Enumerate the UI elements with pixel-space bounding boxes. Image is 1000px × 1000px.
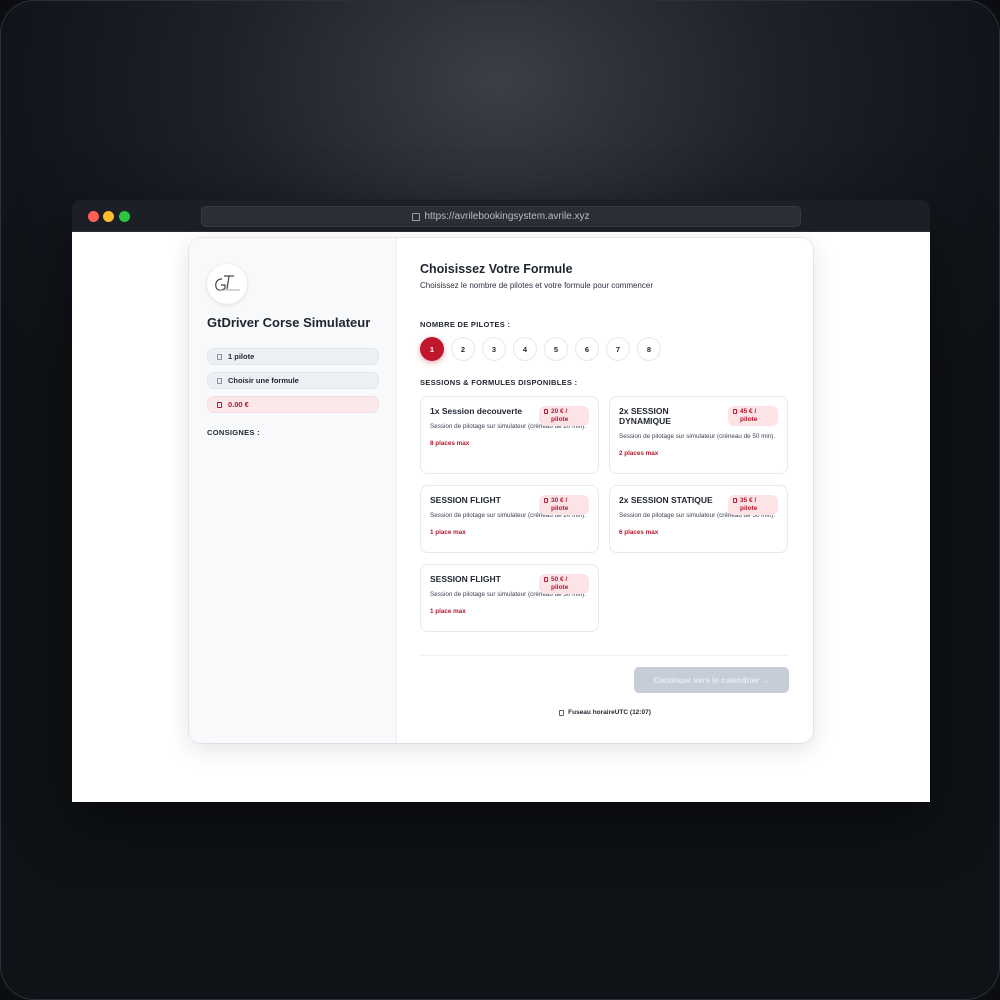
tag-icon bbox=[544, 409, 548, 414]
pilots-count-selector: 1 2 3 4 5 6 7 8 bbox=[420, 337, 661, 361]
pilot-count-3-button[interactable]: 3 bbox=[482, 337, 506, 361]
formula-card[interactable]: 2x SESSION DYNAMIQUE 45 € / pilote Sessi… bbox=[609, 396, 788, 474]
pilot-count-6-button[interactable]: 6 bbox=[575, 337, 599, 361]
formula-price: 50 € / pilote bbox=[551, 576, 569, 591]
formula-price: 45 € / pilote bbox=[740, 408, 758, 423]
pilot-count-8-button[interactable]: 8 bbox=[637, 337, 661, 361]
pilots-summary-text: 1 pilote bbox=[228, 352, 255, 361]
formula-price-badge: 50 € / pilote bbox=[539, 574, 589, 594]
formula-summary-pill: Choisir une formule bbox=[207, 372, 379, 389]
company-name: GtDriver Corse Simulateur bbox=[207, 315, 371, 330]
user-icon bbox=[217, 353, 222, 360]
page-title: Choisissez Votre Formule bbox=[420, 262, 573, 276]
pilots-summary-pill: 1 pilote bbox=[207, 348, 379, 365]
url-text: https://avrilebookingsystem.avrile.xyz bbox=[424, 211, 590, 222]
address-bar[interactable]: https://avrilebookingsystem.avrile.xyz bbox=[201, 206, 801, 227]
page-subtitle: Choisissez le nombre de pilotes et votre… bbox=[420, 281, 653, 290]
formula-capacity: 1 place max bbox=[430, 528, 466, 536]
maximize-window-button[interactable] bbox=[119, 211, 130, 222]
formula-price: 20 € / pilote bbox=[551, 408, 569, 423]
formula-name: SESSION FLIGHT bbox=[430, 574, 501, 584]
timezone-text: Fuseau horaireUTC (12:07) bbox=[568, 709, 651, 716]
sessions-label: SESSIONS & FORMULES DISPONIBLES : bbox=[420, 378, 578, 387]
formula-price-badge: 35 € / pilote bbox=[728, 495, 778, 515]
formula-selection-panel: Choisissez Votre Formule Choisissez le n… bbox=[397, 238, 813, 743]
pilots-count-label: NOMBRE DE PILOTES : bbox=[420, 320, 511, 329]
formula-card[interactable]: 1x Session decouverte 20 € / pilote Sess… bbox=[420, 396, 599, 474]
formula-capacity: 2 places max bbox=[619, 449, 659, 457]
flag-icon bbox=[217, 377, 222, 384]
clock-icon bbox=[559, 709, 565, 716]
browser-titlebar: https://avrilebookingsystem.avrile.xyz bbox=[72, 200, 930, 232]
pilot-count-1-button[interactable]: 1 bbox=[420, 337, 444, 361]
formula-name: 2x SESSION STATIQUE bbox=[619, 495, 713, 505]
page-viewport: GtDriver Corse Simulateur 1 pilote Chois… bbox=[72, 232, 930, 802]
formula-capacity: 8 places max bbox=[430, 439, 470, 447]
tag-icon bbox=[733, 409, 737, 414]
minimize-window-button[interactable] bbox=[103, 211, 114, 222]
formula-description: Session de pilotage sur simulateur (crén… bbox=[619, 433, 776, 440]
tag-icon bbox=[544, 577, 548, 582]
formula-price-badge: 30 € / pilote bbox=[539, 495, 589, 515]
formula-card[interactable]: SESSION FLIGHT 30 € / pilote Session de … bbox=[420, 485, 599, 553]
browser-window: https://avrilebookingsystem.avrile.xyz G… bbox=[72, 200, 930, 802]
pilot-count-4-button[interactable]: 4 bbox=[513, 337, 537, 361]
formula-card[interactable]: 2x SESSION STATIQUE 35 € / pilote Sessio… bbox=[609, 485, 788, 553]
booking-summary-sidebar: GtDriver Corse Simulateur 1 pilote Chois… bbox=[189, 238, 397, 743]
formula-name: SESSION FLIGHT bbox=[430, 495, 501, 505]
lock-icon bbox=[412, 212, 421, 221]
consignes-heading: CONSIGNES : bbox=[207, 428, 260, 437]
formula-price-badge: 45 € / pilote bbox=[728, 406, 778, 426]
formula-name: 2x SESSION DYNAMIQUE bbox=[619, 406, 671, 426]
formula-capacity: 6 places max bbox=[619, 528, 659, 536]
footer-divider bbox=[420, 655, 788, 656]
device-frame: https://avrilebookingsystem.avrile.xyz G… bbox=[0, 0, 1000, 1000]
formula-capacity: 1 place max bbox=[430, 607, 466, 615]
booking-card: GtDriver Corse Simulateur 1 pilote Chois… bbox=[189, 238, 813, 743]
total-price-text: 0.00 € bbox=[228, 400, 249, 409]
formula-summary-text: Choisir une formule bbox=[228, 376, 299, 385]
formula-price: 30 € / pilote bbox=[551, 497, 569, 512]
formula-card[interactable]: SESSION FLIGHT 50 € / pilote Session de … bbox=[420, 564, 599, 632]
wallet-icon bbox=[217, 401, 222, 408]
formula-price-badge: 20 € / pilote bbox=[539, 406, 589, 426]
tag-icon bbox=[544, 498, 548, 503]
formula-name: 1x Session decouverte bbox=[430, 406, 523, 416]
pilot-count-2-button[interactable]: 2 bbox=[451, 337, 475, 361]
pilot-count-7-button[interactable]: 7 bbox=[606, 337, 630, 361]
continue-to-calendar-button[interactable]: Continuer vers le calendrier → bbox=[634, 667, 789, 693]
company-logo bbox=[207, 264, 247, 304]
tag-icon bbox=[733, 498, 737, 503]
close-window-button[interactable] bbox=[88, 211, 99, 222]
total-price-pill: 0.00 € bbox=[207, 396, 379, 413]
timezone-info: Fuseau horaireUTC (12:07) bbox=[397, 709, 813, 716]
formula-price: 35 € / pilote bbox=[740, 497, 758, 512]
pilot-count-5-button[interactable]: 5 bbox=[544, 337, 568, 361]
